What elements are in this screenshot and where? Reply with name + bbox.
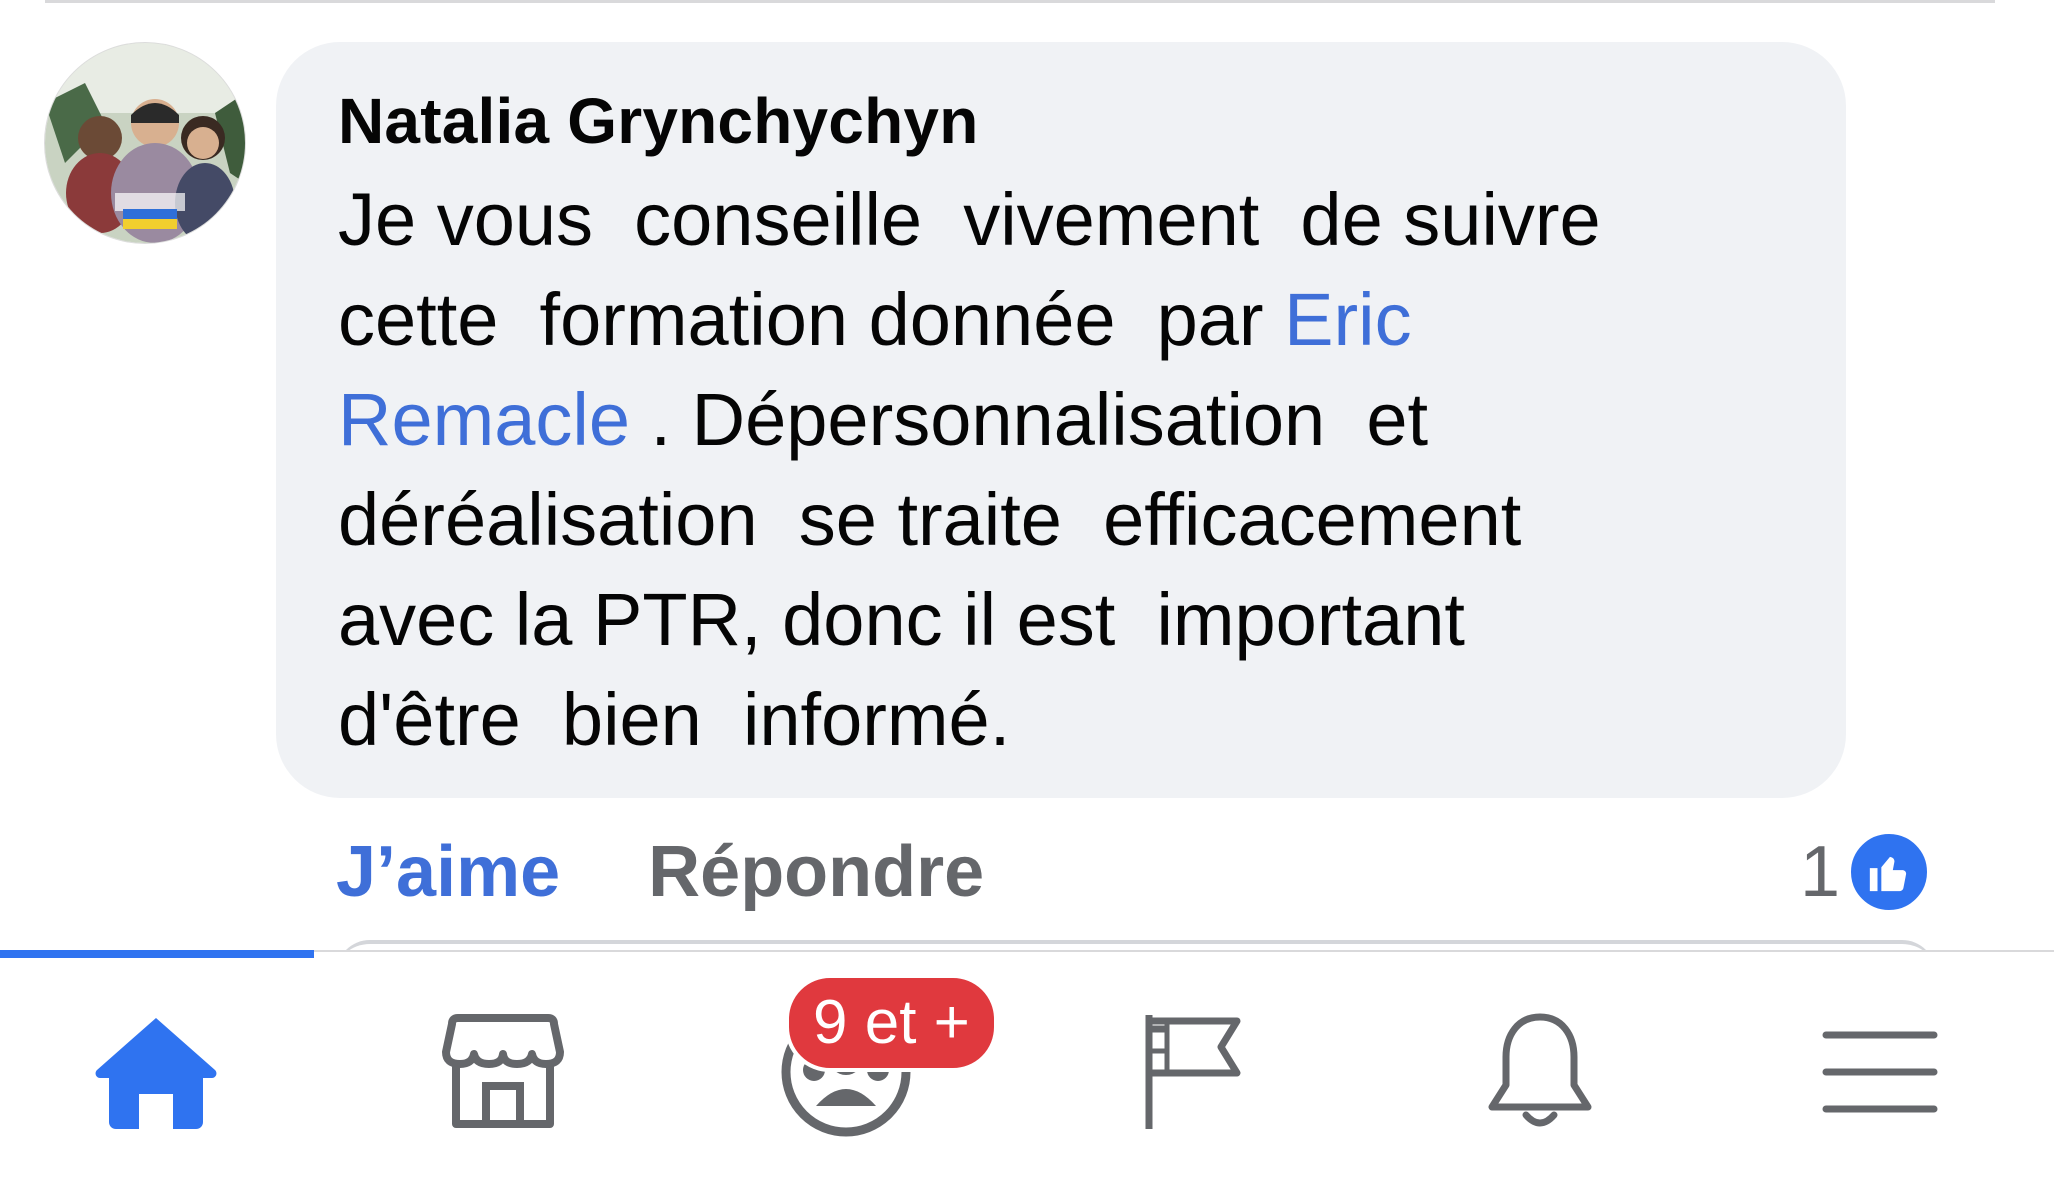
- tab-menu[interactable]: [1800, 992, 1960, 1152]
- home-icon: [95, 1018, 217, 1129]
- comment-actions: J’aime Répondre: [336, 822, 984, 922]
- reply-button[interactable]: Répondre: [648, 831, 984, 913]
- tab-home[interactable]: [76, 992, 236, 1152]
- comment-text: Je vous conseille vivement de suivre cet…: [338, 170, 1808, 770]
- marketplace-icon: [442, 1014, 564, 1128]
- like-button[interactable]: J’aime: [336, 831, 560, 913]
- comment-bubble: Natalia Grynchychyn Je vous conseille vi…: [276, 42, 1846, 798]
- reaction-count: 1: [1799, 832, 1840, 912]
- groups-notification-badge: 9 et +: [785, 974, 998, 1072]
- tab-pages[interactable]: [1113, 992, 1273, 1152]
- tab-notifications[interactable]: [1460, 992, 1620, 1152]
- menu-icon: [1822, 1031, 1938, 1113]
- tab-marketplace[interactable]: [423, 992, 583, 1152]
- active-tab-indicator: [0, 950, 314, 958]
- bell-icon: [1488, 1013, 1592, 1127]
- avatar-image: [45, 43, 245, 243]
- top-divider: [45, 0, 1995, 3]
- like-icon: [1846, 829, 1932, 915]
- reaction-summary[interactable]: 1: [1800, 824, 1932, 920]
- flag-icon: [1145, 1015, 1241, 1129]
- comment-author[interactable]: Natalia Grynchychyn: [338, 82, 1806, 160]
- avatar[interactable]: [44, 42, 246, 244]
- bottom-tab-bar: 9 et +: [0, 950, 2054, 1196]
